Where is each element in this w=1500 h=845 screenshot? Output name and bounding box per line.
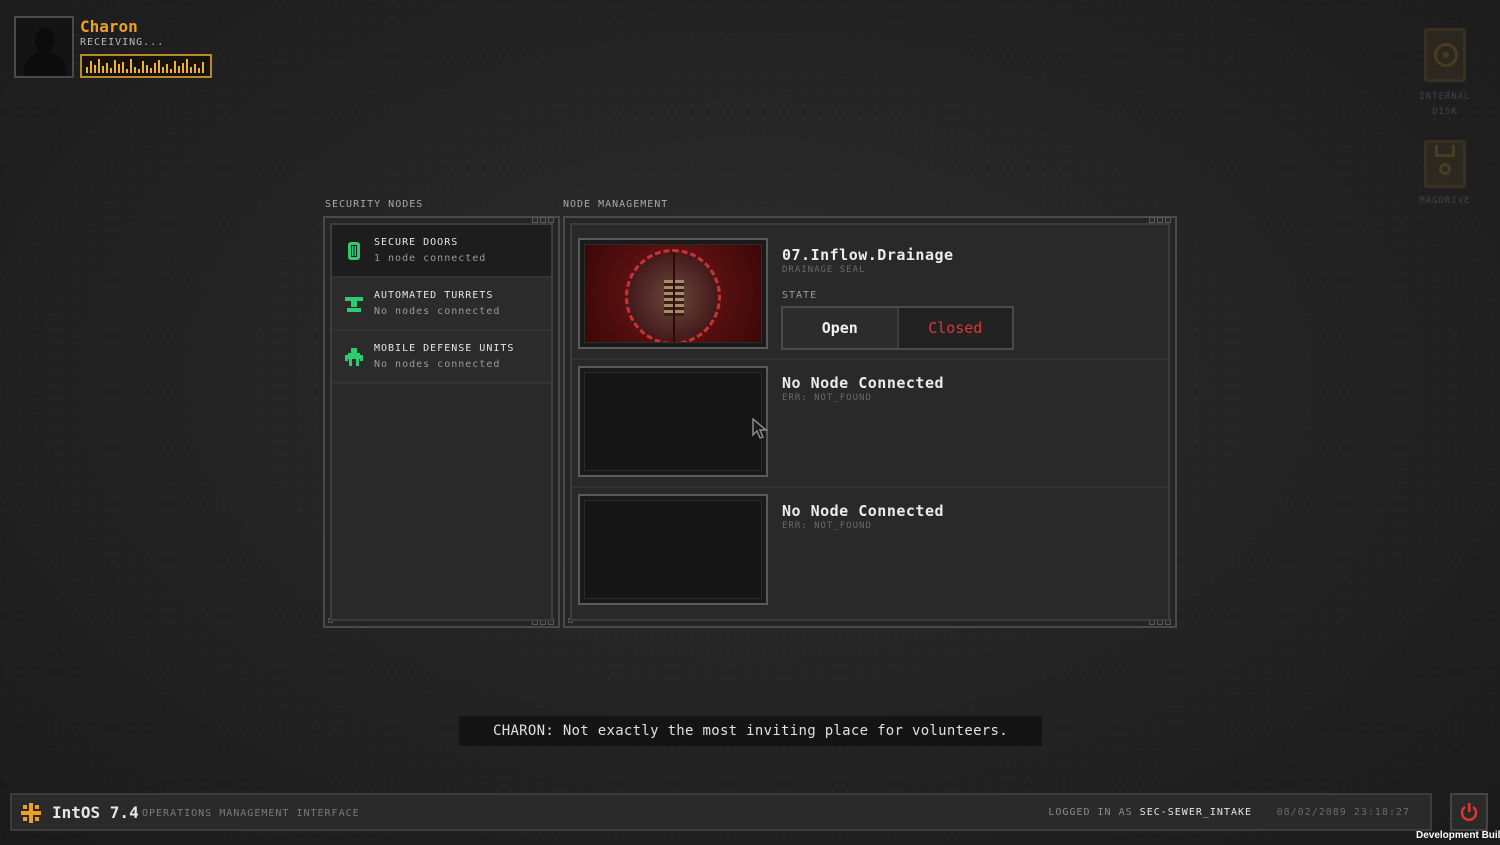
node-row-drainage: 07.Inflow.Drainage DRAINAGE SEAL STATE O… <box>572 232 1168 360</box>
turret-icon <box>345 297 363 312</box>
security-nodes-caption: SECURITY NODES <box>325 199 424 210</box>
logged-in-label: LOGGED IN AS <box>1048 807 1133 818</box>
node-row-empty-2: No Node Connected ERR: NOT_FOUND <box>572 488 1168 616</box>
security-node-list: SECURE DOORS 1 node connected AUTOMATED … <box>332 225 551 384</box>
node-error: ERR: NOT_FOUND <box>782 521 872 531</box>
dialogue-subtitle: CHARON: Not exactly the most inviting pl… <box>459 716 1042 746</box>
internal-disk-label-2: DISK <box>1432 107 1458 117</box>
node-thumbnail-empty <box>578 366 768 477</box>
node-management-panel: 07.Inflow.Drainage DRAINAGE SEAL STATE O… <box>563 216 1177 628</box>
automated-turrets-status: No nodes connected <box>374 306 501 317</box>
audio-waveform-icon <box>80 54 212 78</box>
taskbar: IntOS 7.4 OPERATIONS MANAGEMENT INTERFAC… <box>10 793 1432 831</box>
node-title: 07.Inflow.Drainage <box>782 246 954 264</box>
closed-button[interactable]: Closed <box>898 308 1012 348</box>
open-button[interactable]: Open <box>783 308 899 348</box>
os-description: OPERATIONS MANAGEMENT INTERFACE <box>142 808 360 819</box>
node-row-empty-1: No Node Connected ERR: NOT_FOUND <box>572 360 1168 488</box>
mobile-defense-units-title: MOBILE DEFENSE UNITS <box>374 343 515 354</box>
power-button[interactable] <box>1450 793 1488 831</box>
logged-in-user: SEC-SEWER_INTAKE <box>1139 807 1252 818</box>
desktop-icon-magdrive[interactable]: MAGDRIVE <box>1410 140 1480 209</box>
node-thumbnail-drainage-seal <box>578 238 768 349</box>
security-nodes-panel: SECURE DOORS 1 node connected AUTOMATED … <box>323 216 560 628</box>
node-title: No Node Connected <box>782 502 945 520</box>
node-thumbnail-empty <box>578 494 768 605</box>
magdrive-icon <box>1424 140 1466 188</box>
node-category-mobile-defense-units[interactable]: MOBILE DEFENSE UNITS No nodes connected <box>332 331 551 384</box>
internal-disk-label-1: INTERNAL <box>1419 92 1471 102</box>
node-category-automated-turrets[interactable]: AUTOMATED TURRETS No nodes connected <box>332 278 551 331</box>
caller-name: Charon <box>80 17 138 36</box>
desktop-icon-internal-disk[interactable]: INTERNAL DISK <box>1410 28 1480 120</box>
login-info: LOGGED IN AS SEC-SEWER_INTAKE <box>1048 807 1252 818</box>
caller-status: RECEIVING... <box>80 37 165 48</box>
os-name: IntOS 7.4 <box>52 803 139 822</box>
node-management-caption: NODE MANAGEMENT <box>563 199 669 210</box>
clock: 08/02/2089 23:18:27 <box>1276 807 1410 818</box>
mobile-defense-units-status: No nodes connected <box>374 359 501 370</box>
drainage-seal-image <box>625 249 721 342</box>
node-category-secure-doors[interactable]: SECURE DOORS 1 node connected <box>332 225 551 278</box>
secure-door-icon <box>348 242 360 260</box>
mouse-cursor-icon <box>752 418 768 439</box>
node-title: No Node Connected <box>782 374 945 392</box>
secure-doors-status: 1 node connected <box>374 253 487 264</box>
development-build-watermark: Development Build <box>1416 830 1500 841</box>
state-label: STATE <box>782 290 818 301</box>
secure-doors-title: SECURE DOORS <box>374 237 459 248</box>
automated-turrets-title: AUTOMATED TURRETS <box>374 290 494 301</box>
caller-avatar <box>14 16 74 78</box>
caller-widget: Charon RECEIVING... <box>14 16 214 80</box>
node-subtitle: DRAINAGE SEAL <box>782 265 866 275</box>
magdrive-label: MAGDRIVE <box>1419 196 1471 206</box>
internal-disk-icon <box>1424 28 1466 82</box>
power-icon <box>1460 803 1478 821</box>
mobile-unit-icon <box>345 348 363 366</box>
node-error: ERR: NOT_FOUND <box>782 393 872 403</box>
intos-logo-icon <box>21 803 41 823</box>
state-toggle: Open Closed <box>781 306 1014 350</box>
